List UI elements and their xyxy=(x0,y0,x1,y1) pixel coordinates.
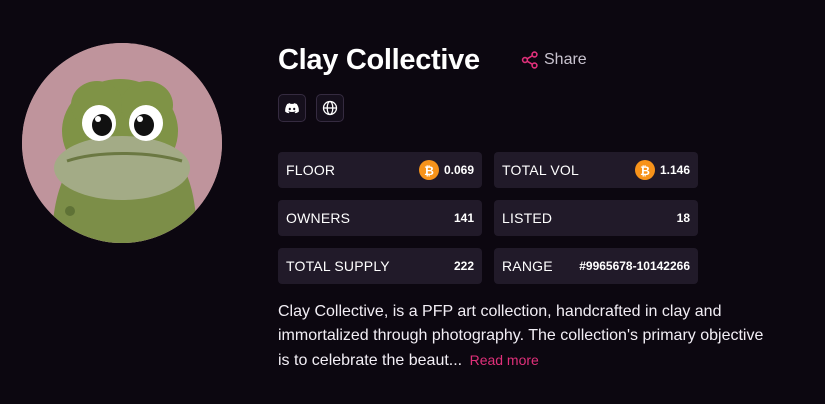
website-button[interactable] xyxy=(316,94,344,122)
svg-text:₿: ₿ xyxy=(424,164,434,177)
bitcoin-icon: ₿ xyxy=(418,160,439,180)
share-icon xyxy=(521,51,538,69)
stat-listed-label: LISTED xyxy=(502,210,553,226)
stat-total-vol-value: 1.146 xyxy=(659,163,690,177)
share-label: Share xyxy=(544,51,587,68)
stat-total-vol-label: TOTAL VOL xyxy=(502,162,580,178)
bitcoin-icon: ₿ xyxy=(634,160,655,180)
stat-floor-label: FLOOR xyxy=(286,162,336,178)
stat-owners: OWNERS 141 xyxy=(278,200,482,236)
clay-frog-image xyxy=(22,43,222,243)
collection-title: Clay Collective xyxy=(278,44,480,76)
stat-floor-value: 0.069 xyxy=(443,163,474,177)
read-more-link[interactable]: Read more xyxy=(470,352,539,368)
collection-description: Clay Collective, is a PFP art collection… xyxy=(278,300,778,373)
stat-listed: LISTED 18 xyxy=(494,200,698,236)
stat-total-supply: TOTAL SUPPLY 222 xyxy=(278,248,482,284)
stat-total-supply-label: TOTAL SUPPLY xyxy=(286,258,390,274)
stat-range-value: #9965678-10142266 xyxy=(579,259,690,273)
stat-total-supply-value: 222 xyxy=(453,259,474,273)
stat-floor: FLOOR ₿ 0.069 xyxy=(278,152,482,188)
stat-owners-value: 141 xyxy=(453,211,474,225)
stat-range: RANGE #9965678-10142266 xyxy=(494,248,698,284)
stat-floor-value-group: ₿ 0.069 xyxy=(418,160,474,180)
stat-total-vol-value-group: ₿ 1.146 xyxy=(634,160,690,180)
svg-text:₿: ₿ xyxy=(640,164,650,177)
stat-owners-label: OWNERS xyxy=(286,210,351,226)
collection-avatar xyxy=(22,43,222,243)
stat-range-label: RANGE xyxy=(502,258,553,274)
stat-total-vol: TOTAL VOL ₿ 1.146 xyxy=(494,152,698,188)
share-button[interactable]: Share xyxy=(521,48,587,72)
stat-listed-value: 18 xyxy=(676,211,690,225)
discord-icon xyxy=(285,102,299,113)
globe-icon xyxy=(322,100,338,116)
discord-button[interactable] xyxy=(278,94,306,122)
